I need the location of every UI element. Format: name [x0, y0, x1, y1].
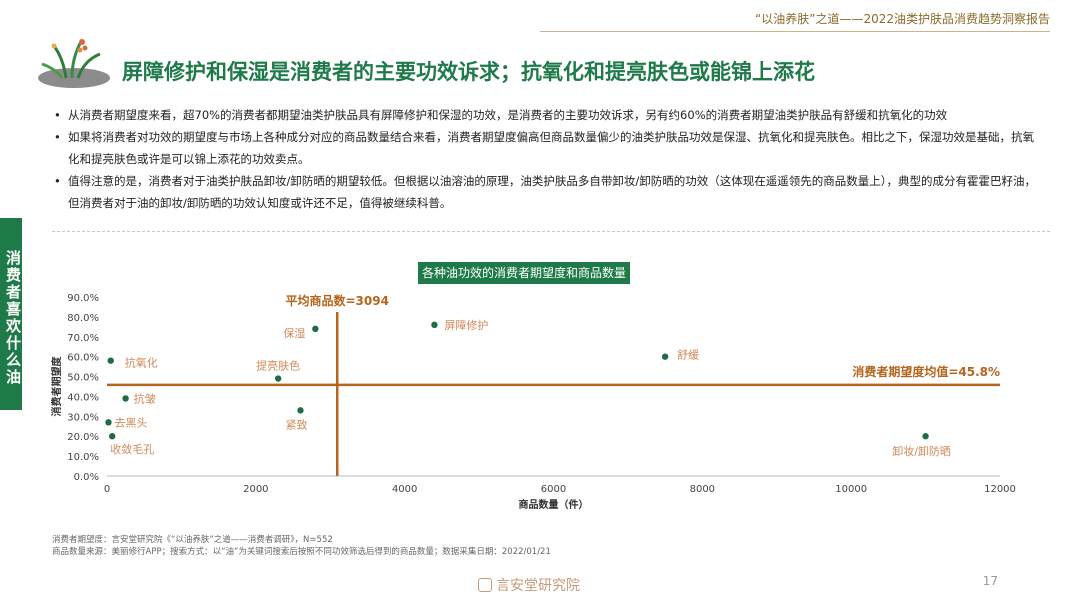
data-point — [922, 433, 929, 440]
x-tick-label: 0 — [104, 484, 110, 495]
data-point — [107, 357, 114, 364]
page-number: 17 — [982, 574, 998, 588]
data-point-label: 紧致 — [285, 417, 307, 431]
scatter-chart: 0.0% 10.0% 20.0% 30.0% 40.0% 50.0% 60.0% 70.0% 8… — [50, 293, 1016, 511]
x-tick-label: 2000 — [243, 484, 268, 495]
brand-icon — [478, 578, 492, 592]
x-tick-label: 4000 — [392, 484, 417, 495]
footnote-source-1: 消费者期望度：言安堂研究院《“以油养肤”之道——消费者调研》，N=552 — [52, 535, 333, 545]
brand-logo-text: 言安堂研究院 — [478, 575, 580, 595]
y-tick-label: 10.0% — [67, 452, 99, 463]
data-point-label: 收敛毛孔 — [110, 442, 154, 456]
data-point — [109, 433, 116, 440]
data-point-label: 提亮肤色 — [256, 359, 300, 373]
y-axis-label: 消费者期望度 — [50, 356, 63, 417]
x-tick-label: 6000 — [541, 484, 566, 495]
y-tick-label: 90.0% — [67, 293, 99, 304]
data-point-label: 保湿 — [283, 326, 305, 340]
y-tick-label: 20.0% — [67, 432, 99, 443]
data-point — [661, 353, 669, 360]
data-point-label: 抗皱 — [134, 391, 156, 405]
y-tick-label: 70.0% — [67, 333, 99, 344]
data-point-label: 抗氧化 — [125, 356, 158, 370]
y-tick-label: 40.0% — [67, 392, 99, 403]
data-point-label: 屏障修护 — [444, 318, 488, 332]
x-tick-label: 10000 — [835, 484, 867, 495]
y-tick-label: 60.0% — [67, 353, 99, 364]
data-point — [122, 395, 129, 402]
y-tick-label: 80.0% — [67, 313, 99, 324]
x-tick-label: 8000 — [690, 484, 715, 495]
average-count-label: 平均商品数=3094 — [286, 293, 389, 308]
x-axis-label: 商品数量（件） — [519, 498, 589, 511]
y-tick-label: 0.0% — [74, 472, 99, 483]
footnote-source-2: 商品数量来源：美丽修行APP；搜索方式：以“油”为关键词搜索后按照不同功效筛选后… — [52, 547, 551, 557]
data-point — [274, 375, 282, 382]
brand-name: 言安堂研究院 — [496, 578, 580, 594]
data-point — [297, 407, 304, 414]
data-point-label: 卸妆/卸防晒 — [892, 444, 951, 458]
data-point-label: 去黑头 — [114, 416, 147, 429]
data-point-label: 舒缓 — [677, 348, 699, 362]
data-point — [431, 321, 438, 329]
y-tick-label: 50.0% — [67, 373, 99, 384]
y-tick-label: 30.0% — [67, 412, 99, 423]
x-tick-label: 12000 — [984, 484, 1016, 495]
average-expectation-label: 消费者期望度均值=45.8% — [852, 364, 1000, 379]
data-point — [312, 325, 319, 333]
data-point — [105, 419, 112, 426]
